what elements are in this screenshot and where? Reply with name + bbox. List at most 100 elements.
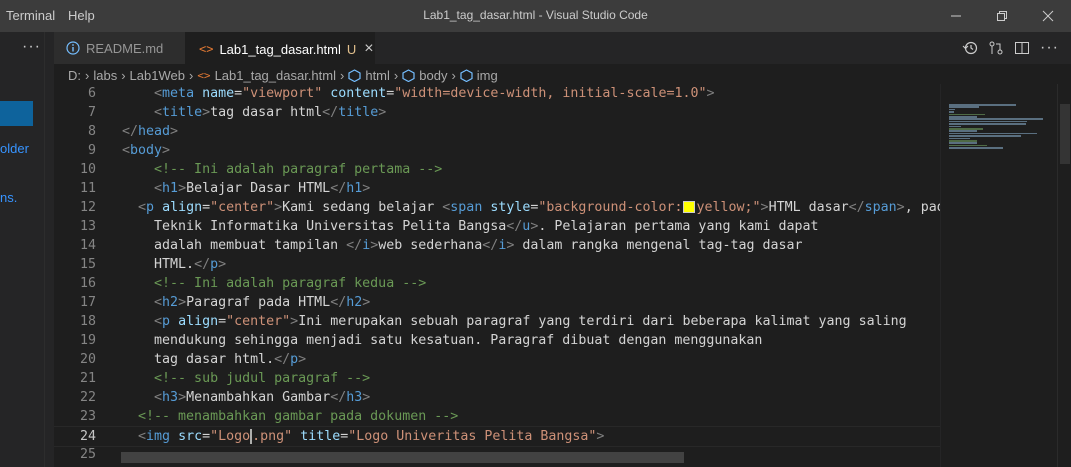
minimap-line bbox=[949, 147, 1003, 149]
code-text: <body> bbox=[122, 143, 171, 158]
editor-actions: ··· bbox=[962, 32, 1059, 64]
minimap-line bbox=[949, 113, 985, 116]
code-line[interactable]: 17 <h2>Paragraf pada HTML</h2> bbox=[54, 293, 940, 312]
tab-readme[interactable]: README.md bbox=[54, 32, 185, 64]
breadcrumb-drive[interactable]: D: bbox=[68, 68, 81, 83]
code-text: </head> bbox=[122, 124, 179, 139]
breadcrumb-folder[interactable]: labs bbox=[93, 68, 117, 83]
sidebar-scrollbar[interactable] bbox=[44, 32, 54, 467]
code-line[interactable]: 13 Teknik Informatika Universitas Pelita… bbox=[54, 217, 940, 236]
code-text: Teknik Informatika Universitas Pelita Ba… bbox=[154, 219, 819, 234]
minimize-icon bbox=[951, 15, 961, 17]
line-number: 20 bbox=[79, 352, 96, 367]
horizontal-scrollbar-thumb[interactable] bbox=[121, 452, 684, 463]
more-actions-icon[interactable]: ··· bbox=[1040, 39, 1059, 57]
window-title: Lab1_tag_dasar.html - Visual Studio Code bbox=[423, 8, 648, 22]
vertical-scrollbar-thumb[interactable] bbox=[1060, 104, 1070, 164]
code-line[interactable]: 6 <meta name="viewport" content="width=d… bbox=[54, 84, 940, 103]
more-actions-icon[interactable]: ··· bbox=[22, 38, 41, 56]
line-number: 23 bbox=[79, 409, 96, 424]
split-editor-icon[interactable] bbox=[1014, 40, 1030, 56]
explorer-link-fragment[interactable]: older bbox=[0, 141, 29, 156]
line-number: 21 bbox=[79, 371, 96, 386]
breadcrumb-symbol[interactable]: body bbox=[419, 68, 447, 83]
code-line[interactable]: 22 <h3>Menambahkan Gambar</h3> bbox=[54, 388, 940, 407]
minimap-line bbox=[949, 130, 977, 132]
code-line[interactable]: 10 <!-- Ini adalah paragraf pertama --> bbox=[54, 160, 940, 179]
untracked-badge: U bbox=[346, 41, 357, 57]
chevron-right-icon: › bbox=[340, 67, 345, 83]
minimap[interactable] bbox=[940, 84, 1058, 467]
code-line[interactable]: 15 HTML.</p> bbox=[54, 255, 940, 274]
minimap-line bbox=[949, 144, 987, 147]
restore-button[interactable] bbox=[979, 0, 1025, 32]
code-text: <title>tag dasar html</title> bbox=[154, 105, 387, 120]
close-tab-icon[interactable]: × bbox=[364, 40, 373, 58]
code-text: <h2>Paragraf pada HTML</h2> bbox=[154, 295, 371, 310]
code-line[interactable]: 24 <img src="Logo .png" title="Logo Unive… bbox=[54, 426, 940, 447]
code-text: <p align="center">Kami sedang belajar <s… bbox=[138, 200, 940, 215]
chevron-right-icon: › bbox=[451, 67, 456, 83]
vertical-scrollbar[interactable] bbox=[1057, 84, 1071, 467]
open-changes-icon[interactable] bbox=[988, 40, 1004, 56]
element-icon bbox=[348, 68, 361, 82]
color-swatch[interactable] bbox=[682, 201, 695, 213]
minimap-line bbox=[949, 137, 970, 140]
explorer-link-fragment[interactable]: ns. bbox=[0, 190, 17, 205]
code-line[interactable]: 23 <!-- menambahkan gambar pada dokumen … bbox=[54, 407, 940, 426]
tab-bar: README.md <> Lab1_tag_dasar.html U × ··· bbox=[54, 32, 1071, 65]
minimap-line bbox=[949, 106, 979, 108]
code-line[interactable]: 21 <!-- sub judul paragraf --> bbox=[54, 369, 940, 388]
code-text: HTML.</p> bbox=[154, 257, 227, 272]
html-icon: <> bbox=[199, 42, 214, 56]
tab-label: Lab1_tag_dasar.html bbox=[219, 41, 341, 57]
minimap-line bbox=[949, 123, 1026, 125]
chevron-right-icon: › bbox=[85, 67, 90, 83]
code-line[interactable]: 20 tag dasar html.</p> bbox=[54, 350, 940, 369]
close-window-button[interactable] bbox=[1025, 0, 1071, 32]
minimap-line bbox=[949, 120, 1028, 123]
tab-lab1-tag-dasar[interactable]: <> Lab1_tag_dasar.html U × bbox=[185, 32, 375, 65]
chevron-right-icon: › bbox=[393, 67, 399, 83]
code-line[interactable]: 11 <h1>Belajar Dasar HTML</h1> bbox=[54, 179, 940, 198]
minimap-line bbox=[949, 108, 956, 111]
code-text: <!-- Ini adalah paragraf pertama --> bbox=[154, 162, 443, 177]
explorer-selected-item[interactable] bbox=[0, 101, 33, 126]
chevron-right-icon: › bbox=[188, 67, 194, 83]
close-icon bbox=[1042, 10, 1054, 22]
line-number: 9 bbox=[87, 143, 96, 158]
code-line[interactable]: 8 </head> bbox=[54, 122, 940, 141]
title-bar: Terminal Help Lab1_tag_dasar.html - Visu… bbox=[0, 0, 1071, 32]
code-line[interactable]: 18 <p align="center">Ini merupakan sebua… bbox=[54, 312, 940, 331]
element-icon bbox=[402, 68, 415, 82]
code-line[interactable]: 16 <!-- Ini adalah paragraf kedua --> bbox=[54, 274, 940, 293]
code-line[interactable]: 19 mendukung sehingga menjadi satu kesat… bbox=[54, 331, 940, 350]
minimap-line bbox=[949, 140, 977, 142]
code-text: adalah membuat tampilan </i>web sederhan… bbox=[154, 238, 803, 253]
breadcrumb-symbol[interactable]: img bbox=[477, 68, 498, 83]
code-line[interactable]: 7 <title>tag dasar html</title> bbox=[54, 103, 940, 122]
info-icon bbox=[66, 41, 80, 55]
timeline-icon[interactable] bbox=[962, 40, 978, 56]
code-line[interactable]: 14 adalah membuat tampilan </i>web seder… bbox=[54, 236, 940, 255]
breadcrumb-file[interactable]: Lab1_tag_dasar.html bbox=[215, 68, 336, 83]
minimap-line bbox=[949, 135, 1021, 137]
line-number: 14 bbox=[79, 238, 96, 253]
minimize-button[interactable] bbox=[933, 0, 979, 32]
line-number: 18 bbox=[79, 314, 96, 329]
code-line[interactable]: 12 <p align="center">Kami sedang belajar… bbox=[54, 198, 940, 217]
breadcrumb-symbol[interactable]: html bbox=[365, 68, 390, 83]
restore-icon bbox=[997, 11, 1007, 21]
minimap-line bbox=[949, 142, 977, 144]
breadcrumb-folder[interactable]: Lab1Web bbox=[130, 68, 185, 83]
code-text: mendukung sehingga menjadi satu kesatuan… bbox=[154, 333, 763, 348]
line-number: 6 bbox=[87, 86, 96, 101]
breadcrumb: D: › labs › Lab1Web › <> Lab1_tag_dasar.… bbox=[54, 64, 1071, 86]
explorer-sidebar: ··· older ns. bbox=[0, 32, 54, 467]
line-number: 19 bbox=[79, 333, 96, 348]
code-editor[interactable]: 6 <meta name="viewport" content="width=d… bbox=[54, 84, 940, 467]
line-number: 16 bbox=[79, 276, 96, 291]
line-number: 11 bbox=[79, 181, 96, 196]
line-number: 25 bbox=[79, 447, 96, 462]
code-line[interactable]: 9 <body> bbox=[54, 141, 940, 160]
